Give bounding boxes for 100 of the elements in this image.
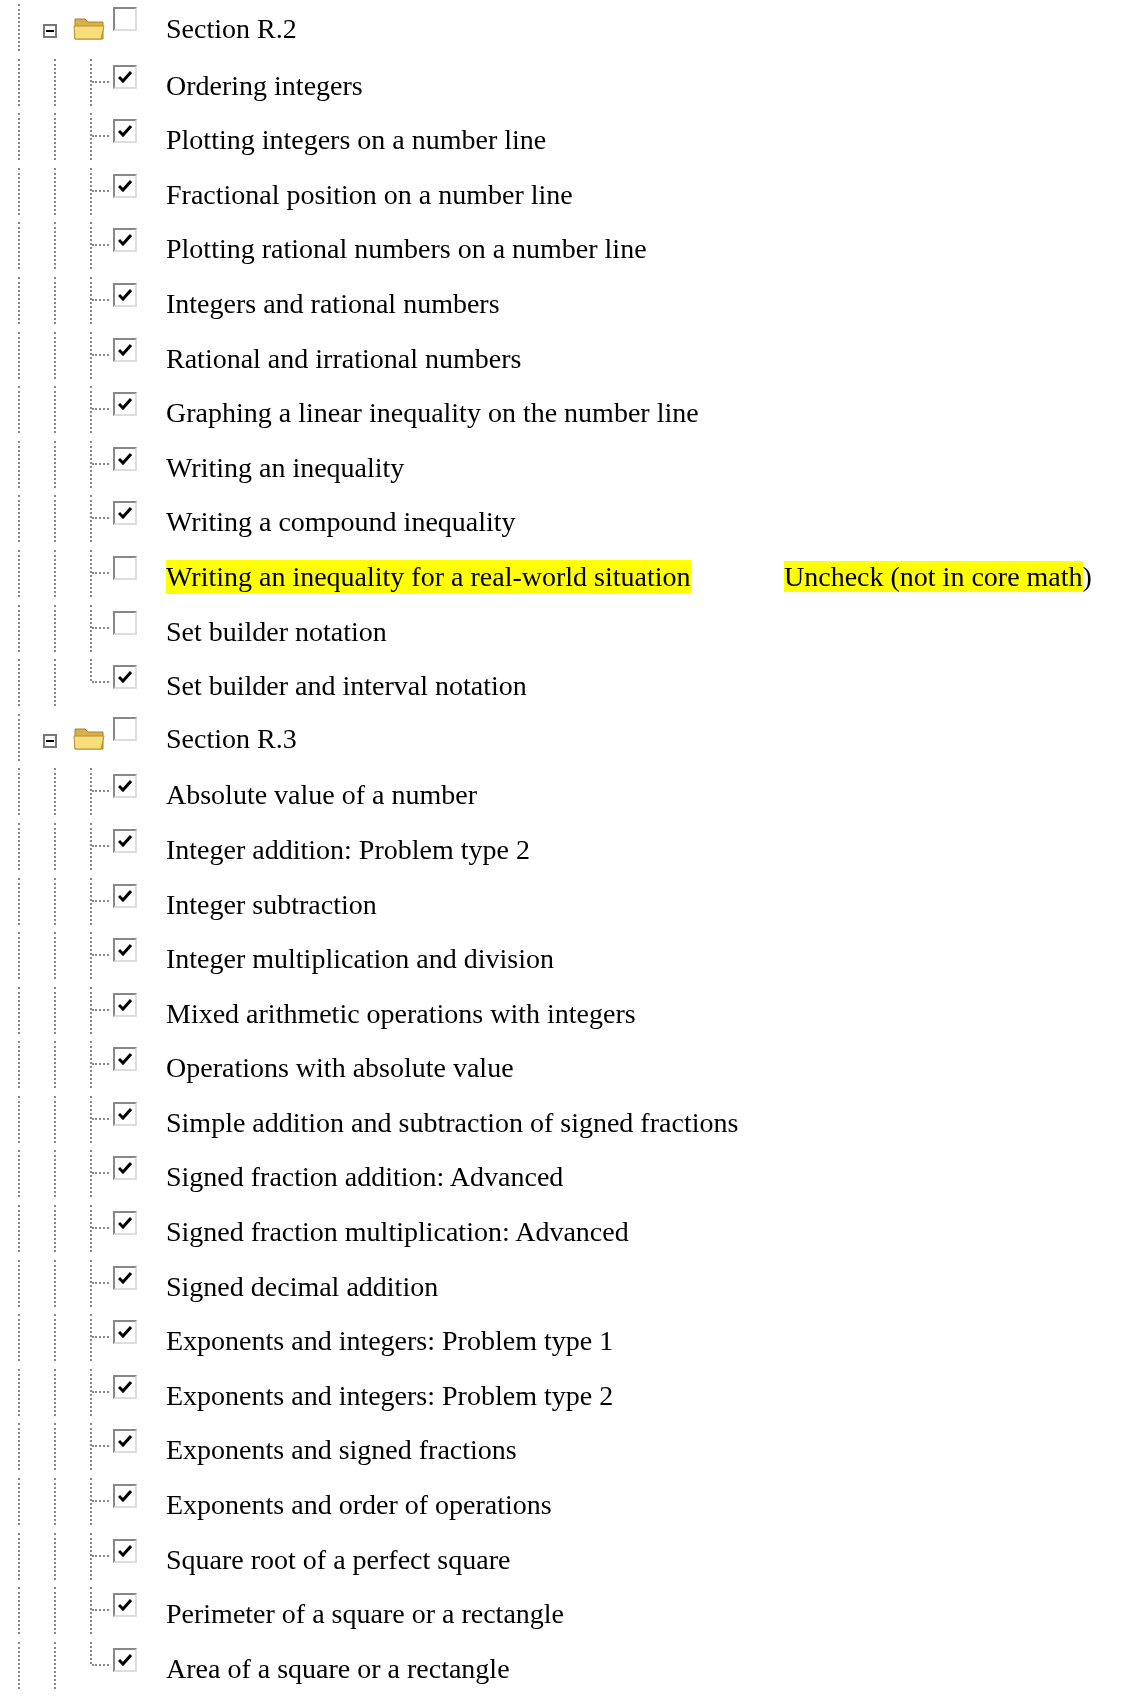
item-label: Fractional position on a number line xyxy=(166,177,573,212)
item-label: Integer subtraction xyxy=(166,887,377,922)
tree-connector xyxy=(90,822,109,870)
checkmark-icon xyxy=(118,125,132,138)
checkbox[interactable] xyxy=(113,774,137,799)
section-label: Section R.2 xyxy=(166,12,297,46)
checkbox[interactable] xyxy=(113,228,137,253)
collapse-toggle[interactable] xyxy=(43,24,57,38)
tree-guide-line xyxy=(18,1205,20,1253)
checkbox[interactable] xyxy=(113,1593,137,1618)
item-label: Signed decimal addition xyxy=(166,1269,439,1304)
tree-connector xyxy=(90,167,109,215)
tree-connector xyxy=(90,113,109,161)
tree-guide-line xyxy=(54,986,56,1034)
checkbox[interactable] xyxy=(113,1265,137,1290)
tree-guide-line xyxy=(18,222,20,270)
tree-connector xyxy=(90,276,109,324)
item-label: Graphing a linear inequality on the number line xyxy=(166,396,699,431)
checkbox[interactable] xyxy=(113,1101,137,1126)
checkbox[interactable] xyxy=(113,7,137,31)
checkbox[interactable] xyxy=(113,665,137,690)
item-label: Set builder and interval notation xyxy=(166,669,527,704)
collapse-toggle[interactable] xyxy=(43,733,57,748)
checkbox[interactable] xyxy=(113,883,137,908)
tree-guide-line xyxy=(54,386,56,434)
checkbox[interactable] xyxy=(113,1320,137,1345)
item-label: Mixed arithmetic operations with integers xyxy=(166,996,636,1031)
tree-connector xyxy=(90,932,109,980)
checkbox[interactable] xyxy=(113,1429,137,1454)
checkbox[interactable] xyxy=(113,282,137,307)
tree-connector xyxy=(90,58,109,106)
item-label: Exponents and integers: Problem type 2 xyxy=(166,1378,614,1413)
checkbox[interactable] xyxy=(113,555,137,580)
checkbox[interactable] xyxy=(113,446,137,471)
checkmark-icon xyxy=(118,1326,132,1339)
item-label: Exponents and order of operations xyxy=(166,1488,552,1523)
item-label: Perimeter of a square or a rectangle xyxy=(166,1597,564,1632)
checkbox[interactable] xyxy=(113,119,137,144)
folder-icon xyxy=(73,15,107,41)
checkmark-icon xyxy=(118,1435,132,1448)
tree-guide-line xyxy=(54,167,56,215)
tree-guide-line xyxy=(18,768,20,816)
checkmark-icon xyxy=(118,1544,132,1557)
checkmark-icon xyxy=(118,944,132,957)
tree-guide-line xyxy=(54,58,56,106)
checkbox[interactable] xyxy=(113,938,137,963)
checkmark-icon xyxy=(118,1217,132,1230)
tree-connector xyxy=(90,604,109,652)
checkbox[interactable] xyxy=(113,1374,137,1399)
item-label: Signed fraction multiplication: Advanced xyxy=(166,1215,629,1250)
checkbox[interactable] xyxy=(113,1156,137,1181)
checkbox[interactable] xyxy=(113,1211,137,1236)
tree-guide-line xyxy=(18,822,20,870)
checkbox[interactable] xyxy=(113,173,137,198)
checkbox[interactable] xyxy=(113,1647,137,1672)
tree-guide-line xyxy=(18,331,20,379)
tree-connector xyxy=(90,1423,109,1471)
checkmark-icon xyxy=(118,234,132,247)
checkbox[interactable] xyxy=(113,1538,137,1563)
tree-guide-line xyxy=(54,1478,56,1526)
tree-connector xyxy=(90,1478,109,1526)
item-label: Rational and irrational numbers xyxy=(166,341,522,376)
checkbox[interactable] xyxy=(113,501,137,526)
checkmark-icon xyxy=(118,1162,132,1175)
tree-connector xyxy=(90,495,109,543)
tree-connector xyxy=(90,986,109,1034)
checkbox[interactable] xyxy=(113,828,137,853)
tree-connector xyxy=(90,1205,109,1253)
tree-guide-line xyxy=(54,549,56,597)
tree-connector xyxy=(90,877,109,925)
tree-connector xyxy=(90,1041,109,1089)
tree-guide-line xyxy=(54,1150,56,1198)
tree-guide-line xyxy=(18,495,20,543)
checkbox[interactable] xyxy=(113,610,137,635)
item-label: Writing an inequality xyxy=(166,450,405,485)
checkmark-icon xyxy=(118,889,132,902)
checkmark-icon xyxy=(118,1599,132,1612)
tree-guide-line xyxy=(54,1259,56,1307)
tree-connector xyxy=(90,549,109,597)
checkmark-icon xyxy=(118,998,132,1011)
checkbox[interactable] xyxy=(113,992,137,1017)
tree-guide-line xyxy=(54,1314,56,1362)
checkbox[interactable] xyxy=(113,64,137,89)
checkmark-icon xyxy=(118,288,132,301)
checkbox[interactable] xyxy=(113,337,137,362)
item-label: Set builder notation xyxy=(166,614,387,649)
checkbox[interactable] xyxy=(113,1484,137,1509)
tree-guide-line xyxy=(18,386,20,434)
minus-icon xyxy=(46,27,54,35)
tree-guide-line xyxy=(18,1259,20,1307)
checkbox[interactable] xyxy=(113,1047,137,1072)
checkbox[interactable] xyxy=(113,716,137,741)
tree-guide-line xyxy=(18,1314,20,1362)
checkmark-icon xyxy=(118,1271,132,1284)
tree-guide-line xyxy=(54,113,56,161)
tree-guide-line xyxy=(18,549,20,597)
tree-connector xyxy=(90,331,109,379)
checkbox[interactable] xyxy=(113,392,137,417)
tree-guide-line xyxy=(18,4,20,51)
tree-guide-line xyxy=(54,659,56,707)
